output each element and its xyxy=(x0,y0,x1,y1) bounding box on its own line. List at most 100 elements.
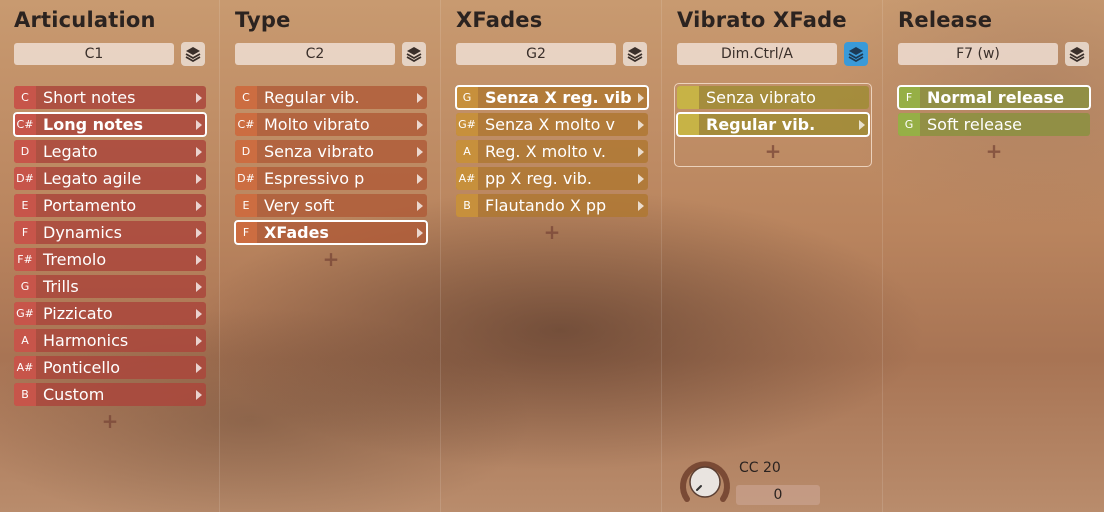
chevron-right-icon xyxy=(638,119,644,130)
item-label: Long notes xyxy=(43,115,144,134)
trigger-selector[interactable]: G2 xyxy=(456,43,616,65)
list-item-selected[interactable]: F XFades xyxy=(234,220,428,245)
add-release-button[interactable]: + xyxy=(898,139,1090,163)
xfades-list: G Senza X reg. vib G# Senza X molto v A Reg… xyxy=(455,85,649,244)
list-item[interactable]: E Very soft xyxy=(235,194,427,217)
key-badge: E xyxy=(235,194,257,217)
cc-value-field[interactable]: 0 xyxy=(736,485,820,505)
list-item[interactable]: A# Ponticello xyxy=(14,356,206,379)
add-xfade-button[interactable]: + xyxy=(456,220,648,244)
item-label: Legato agile xyxy=(43,169,142,188)
chevron-right-icon xyxy=(417,227,423,238)
chevron-right-icon xyxy=(196,254,202,265)
layers-button[interactable] xyxy=(623,42,647,66)
column-articulation: Articulation C1 C Short notes C# Long note… xyxy=(0,0,220,512)
column-vibrato-xfade: Vibrato XFade Dim.Ctrl/A Senza vibrato R… xyxy=(663,0,883,512)
list-item[interactable]: B Flautando X pp xyxy=(456,194,648,217)
list-item[interactable]: F# Tremolo xyxy=(14,248,206,271)
list-item[interactable]: D Legato xyxy=(14,140,206,163)
item-label: Senza X reg. vib xyxy=(485,88,632,107)
list-item[interactable]: E Portamento xyxy=(14,194,206,217)
vibrato-xfade-group: Senza vibrato Regular vib. + xyxy=(674,83,872,167)
key-badge: C# xyxy=(14,113,36,136)
release-list: F Normal release G Soft release + xyxy=(897,85,1091,163)
trigger-selector[interactable]: C1 xyxy=(14,43,174,65)
chevron-right-icon xyxy=(638,173,644,184)
list-item[interactable]: C Short notes xyxy=(14,86,206,109)
list-item[interactable]: D# Legato agile xyxy=(14,167,206,190)
chevron-right-icon xyxy=(196,281,202,292)
chevron-right-icon xyxy=(417,146,423,157)
trigger-selector[interactable]: C2 xyxy=(235,43,395,65)
item-label: Flautando X pp xyxy=(485,196,607,215)
key-badge: D xyxy=(14,140,36,163)
layers-button[interactable] xyxy=(1065,42,1089,66)
list-item[interactable]: C Regular vib. xyxy=(235,86,427,109)
item-label: Dynamics xyxy=(43,223,122,242)
key-badge: D# xyxy=(14,167,36,190)
list-item[interactable]: D Senza vibrato xyxy=(235,140,427,163)
key-badge: F xyxy=(14,221,36,244)
plus-icon: + xyxy=(322,247,340,271)
list-item[interactable]: G Trills xyxy=(14,275,206,298)
chevron-right-icon xyxy=(196,173,202,184)
list-item[interactable]: F Dynamics xyxy=(14,221,206,244)
key-badge: A# xyxy=(456,167,478,190)
item-label: Molto vibrato xyxy=(264,115,370,134)
list-item[interactable]: Senza vibrato xyxy=(677,86,869,109)
add-type-button[interactable]: + xyxy=(235,247,427,271)
list-item-selected[interactable]: Regular vib. xyxy=(676,112,870,137)
list-item[interactable]: G# Senza X molto v xyxy=(456,113,648,136)
key-badge: C xyxy=(235,86,257,109)
plus-icon: + xyxy=(985,139,1003,163)
key-badge: G xyxy=(14,275,36,298)
key-badge: D# xyxy=(235,167,257,190)
item-label: Senza X molto v xyxy=(485,115,615,134)
list-item-selected[interactable]: F Normal release xyxy=(897,85,1091,110)
chevron-right-icon xyxy=(196,227,202,238)
item-label: Senza vibrato xyxy=(706,88,816,107)
layers-icon xyxy=(406,47,422,62)
type-list: C Regular vib. C# Molto vibrato D Senza vib… xyxy=(234,86,428,271)
add-articulation-button[interactable]: + xyxy=(14,409,206,433)
list-item[interactable]: A Harmonics xyxy=(14,329,206,352)
list-item-selected[interactable]: G Senza X reg. vib xyxy=(455,85,649,110)
cc-knob[interactable] xyxy=(677,455,733,505)
list-item[interactable]: D# Espressivo p xyxy=(235,167,427,190)
column-title: Articulation xyxy=(14,8,156,32)
layers-button[interactable] xyxy=(181,42,205,66)
articulation-list: C Short notes C# Long notes D Legato D# Lega… xyxy=(13,86,207,433)
key-badge: A# xyxy=(14,356,36,379)
key-badge: G# xyxy=(14,302,36,325)
key-badge: B xyxy=(456,194,478,217)
item-label: Regular vib. xyxy=(706,115,816,134)
key-badge: C xyxy=(14,86,36,109)
chevron-right-icon xyxy=(417,119,423,130)
plus-icon: + xyxy=(543,220,561,244)
trigger-selector[interactable]: Dim.Ctrl/A xyxy=(677,43,837,65)
list-item[interactable]: G# Pizzicato xyxy=(14,302,206,325)
list-item[interactable]: A Reg. X molto v. xyxy=(456,140,648,163)
add-vibrato-xfade-button[interactable]: + xyxy=(677,139,869,163)
layers-button[interactable] xyxy=(844,42,868,66)
item-label: Reg. X molto v. xyxy=(485,142,606,161)
item-label: Portamento xyxy=(43,196,137,215)
chevron-right-icon xyxy=(638,146,644,157)
key-badge: G xyxy=(456,86,478,109)
list-item[interactable]: C# Molto vibrato xyxy=(235,113,427,136)
chevron-right-icon xyxy=(859,119,865,130)
list-item[interactable]: A# pp X reg. vib. xyxy=(456,167,648,190)
key-badge: F xyxy=(898,86,920,109)
trigger-selector[interactable]: F7 (w) xyxy=(898,43,1058,65)
list-item[interactable]: B Custom xyxy=(14,383,206,406)
layers-icon xyxy=(627,47,643,62)
layers-icon xyxy=(848,47,864,62)
chevron-right-icon xyxy=(417,173,423,184)
key-badge xyxy=(677,113,699,136)
item-label: Legato xyxy=(43,142,98,161)
list-item-selected[interactable]: C# Long notes xyxy=(13,112,207,137)
layers-button[interactable] xyxy=(402,42,426,66)
item-label: pp X reg. vib. xyxy=(485,169,592,188)
list-item[interactable]: G Soft release xyxy=(898,113,1090,136)
key-badge: G xyxy=(898,113,920,136)
